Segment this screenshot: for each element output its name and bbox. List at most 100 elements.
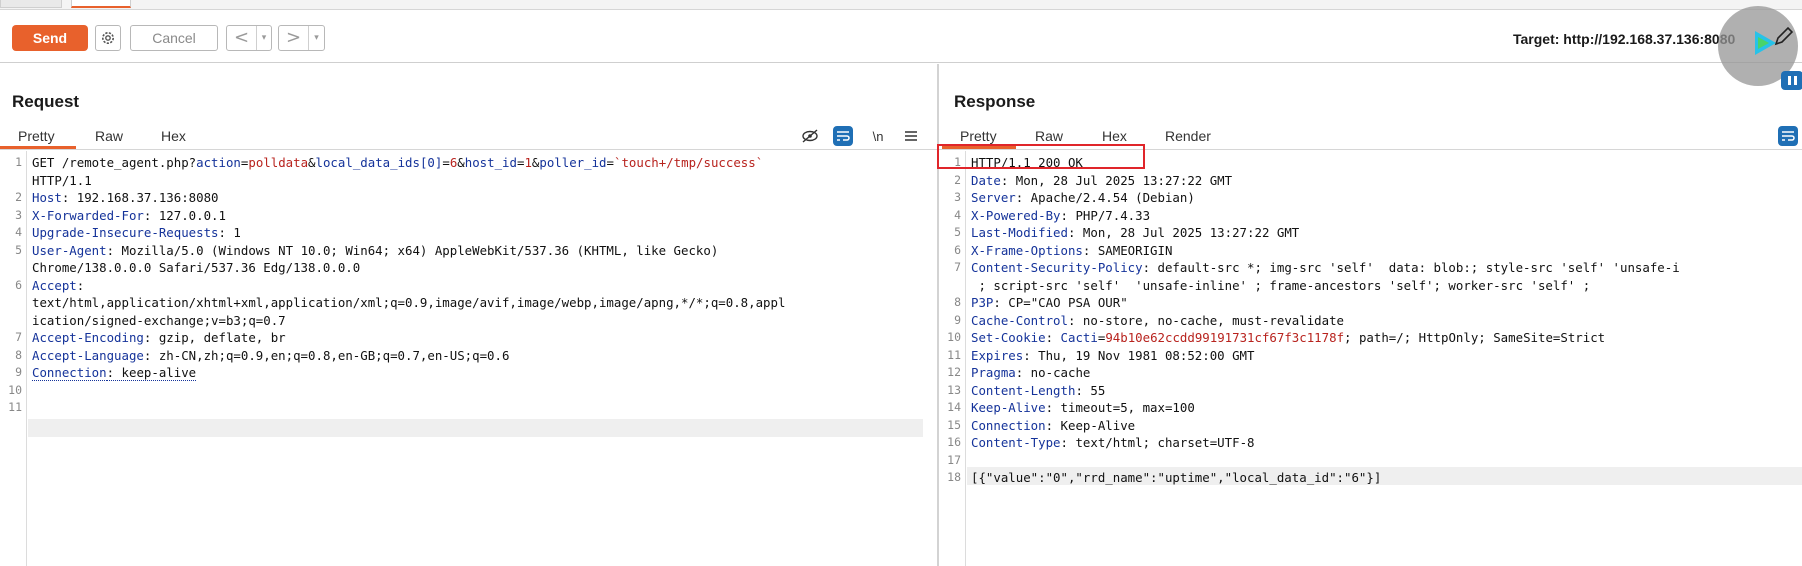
header-name: Connection [971,417,1046,433]
code-text: : Apache/2.4.54 (Debian) [1015,190,1195,205]
code-text: : [1045,330,1061,345]
request-tab-pretty[interactable]: Pretty [18,128,55,144]
line-content: Pragma: no-cache [971,364,1090,382]
param-value: `touch+/tmp/success` [613,155,764,170]
line-number: 8 [15,347,22,362]
request-editor[interactable]: 1 GET /remote_agent.php?action=polldata&l… [0,151,937,566]
line-number: 6 [954,242,961,257]
header-name: X-Forwarded-For [32,207,144,223]
code-text: : 1 [218,225,241,240]
line-number: 15 [947,417,961,432]
line-number: 1 [15,155,22,169]
wrap-lines-icon[interactable] [833,126,853,146]
header-name: X-Frame-Options [971,242,1083,258]
header-name: Content-Length [971,382,1076,398]
header-name: Set-Cookie [971,330,1046,345]
line-content: Cache-Control: no-store, no-cache, must-… [971,312,1344,330]
menu-icon[interactable] [901,126,921,146]
line-content: Last-Modified: Mon, 28 Jul 2025 13:27:22… [971,224,1299,242]
line-content: Content-Type: text/html; charset=UTF-8 [971,434,1255,452]
param-name: poller_id [539,155,607,170]
line-number: 18 [947,470,961,484]
header-name: Keep-Alive [971,400,1046,415]
history-forward-group[interactable]: > ▾ [278,25,325,51]
header-name: X-Powered-By [971,207,1061,223]
line-content: Set-Cookie: Cacti=94b10e62ccdd99191731cf… [971,329,1605,347]
forward-dropdown-icon[interactable]: ▾ [309,33,324,43]
code-text: HTTP/1.1 [32,172,92,188]
history-back-group[interactable]: < ▾ [226,25,272,51]
header-name: Expires [971,347,1024,363]
toolbar: Send Cancel < ▾ > ▾ Target: http://192.1… [0,10,1802,63]
request-tabbar: Pretty Raw Hex \n [0,122,937,150]
response-editor[interactable]: 1 HTTP/1.1 200 OK 2 Date: Mon, 28 Jul 2025 … [939,151,1802,566]
code-text: : [76,277,85,293]
line-content: ; script-src 'self' 'unsafe-inline' ; fr… [971,277,1590,295]
code-text: : SAMEORIGIN [1082,242,1173,258]
newline-toggle[interactable]: \n [868,126,888,146]
pen-icon[interactable] [1772,24,1796,48]
line-number: 2 [954,172,961,187]
param-value: 1 [524,155,532,170]
line-content: text/html,application/xhtml+xml,applicat… [32,294,785,312]
line-number: 10 [8,382,22,397]
code-text: GET /remote_agent.php? [32,155,197,170]
cancel-button[interactable]: Cancel [130,25,218,51]
line-content: X-Powered-By: PHP/7.4.33 [971,207,1150,225]
header-name: Accept [32,277,77,293]
param-value: polldata [248,155,309,170]
send-button[interactable]: Send [12,25,88,51]
response-tab-pretty[interactable]: Pretty [960,128,997,144]
request-title: Request [12,92,80,111]
line-number: 3 [954,190,961,204]
code-text: text/html,application/xhtml+xml,applicat… [32,295,786,310]
param-value: 94b10e62ccdd99191731cf67f3c1178f [1105,330,1345,345]
response-tab-hex[interactable]: Hex [1102,128,1127,144]
target-label[interactable]: Target: http://192.168.37.136:8080 [1513,31,1735,47]
line-number: 8 [954,295,961,309]
code-text: : 192.168.37.136:8080 [61,190,219,205]
code-text: : 55 [1075,382,1106,398]
code-text: [{"value":"0","rrd_name":"uptime","local… [971,470,1382,485]
response-title: Response [954,92,1036,111]
code-text: : PHP/7.4.33 [1060,207,1151,223]
forward-arrow-icon[interactable]: > [279,26,309,50]
line-content: P3P: CP="CAO PSA OUR" [971,294,1128,312]
repeater-tab-active[interactable] [71,0,131,8]
response-tab-render[interactable]: Render [1165,128,1211,144]
line-number: 10 [947,330,961,344]
param-name: local_data_ids[0] [315,155,443,170]
response-tab-raw[interactable]: Raw [1035,128,1063,144]
line-number: 17 [947,452,961,467]
header-name: Content-Type [971,435,1061,450]
line-content: Content-Security-Policy: default-src *; … [971,259,1680,277]
back-dropdown-icon[interactable]: ▾ [257,33,271,43]
request-tab-raw[interactable]: Raw [95,128,123,144]
code-text: & [308,155,316,170]
back-arrow-icon[interactable]: < [227,26,257,50]
code-text: : zh-CN,zh;q=0.9,en;q=0.8,en-GB;q=0.7,en… [143,347,510,363]
header-name: Content-Security-Policy [971,260,1143,275]
line-content: Date: Mon, 28 Jul 2025 13:27:22 GMT [971,172,1232,190]
line-number: 4 [954,207,961,222]
repeater-tab[interactable] [0,0,62,8]
code-text: ; script-src 'self' 'unsafe-inline' ; fr… [971,277,1591,293]
line-number: 6 [15,277,22,292]
line-content: Upgrade-Insecure-Requests: 1 [32,224,241,242]
settings-button[interactable] [95,25,121,51]
param-name: Cacti [1060,330,1098,345]
header-name: Pragma [971,365,1016,380]
request-tab-hex[interactable]: Hex [161,128,186,144]
code-text: = [442,155,450,170]
header-name: P3P [971,295,994,310]
line-number: 9 [15,365,22,379]
hide-eye-icon[interactable] [800,126,820,146]
code-text: : keep-alive [106,365,197,381]
line-content: ication/signed-exchange;v=b3;q=0.7 [32,312,286,330]
code-text: Chrome/138.0.0.0 Safari/537.36 Edg/138.0… [32,260,361,275]
code-text: : text/html; charset=UTF-8 [1060,435,1255,450]
wrap-lines-icon[interactable] [1778,126,1798,146]
code-text: : default-src *; img-src 'self' data: bl… [1142,260,1680,275]
line-content: Server: Apache/2.4.54 (Debian) [971,189,1195,207]
param-name: host_id [464,155,517,170]
